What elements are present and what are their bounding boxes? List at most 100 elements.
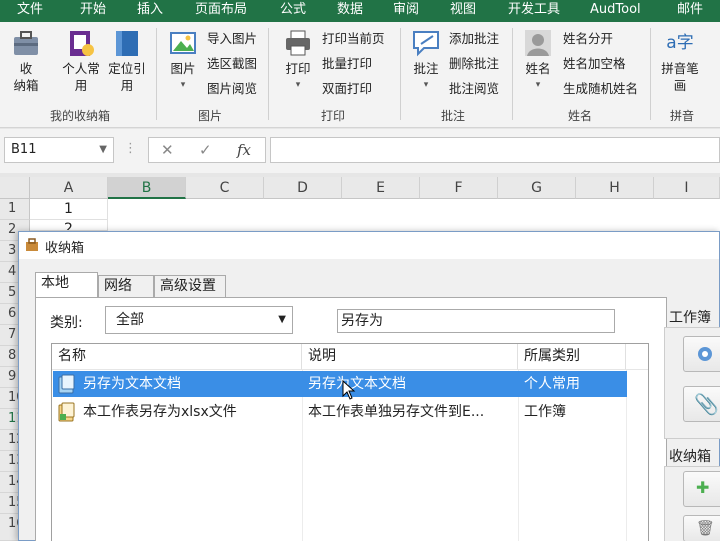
tab-audtool[interactable]: AudTool: [590, 0, 641, 22]
dialog-title: 收纳箱: [45, 241, 85, 256]
toolbox-icon: [26, 238, 38, 251]
cancel-icon[interactable]: ✕: [161, 141, 174, 159]
split-name-button[interactable]: 姓名分开: [563, 30, 613, 48]
item-description: 另存为文本文档: [308, 376, 406, 392]
item-description: 本工作表单独另存文件到E...: [308, 404, 485, 420]
select-capture-button[interactable]: 选区截图: [207, 55, 257, 73]
print-button[interactable]: 打印 ▾: [280, 28, 316, 94]
workbook-action-button[interactable]: [683, 336, 720, 372]
select-all-corner[interactable]: [0, 177, 30, 199]
formula-buttons: ✕ ✓ fx: [148, 137, 266, 163]
group-label-storage-box: 收纳箱: [669, 449, 711, 465]
tab-developer[interactable]: 开发工具: [508, 0, 560, 22]
split-name-label: 姓名分开: [563, 31, 614, 46]
delete-from-box-button[interactable]: 🗑: [683, 515, 720, 541]
comment-button[interactable]: 批注 ▾: [408, 28, 444, 94]
add-comment-button[interactable]: 添加批注: [449, 30, 499, 48]
personal-button[interactable]: 个人常 用: [58, 28, 104, 94]
browse-comment-label: 批注阅览: [449, 81, 500, 96]
batch-print-button[interactable]: 批量打印: [322, 55, 372, 73]
tab-data[interactable]: 数据: [337, 0, 363, 22]
column-header-f[interactable]: F: [420, 177, 498, 199]
picture-button[interactable]: 图片 ▾: [164, 28, 202, 94]
comment-button-label: 批注: [413, 61, 439, 76]
duplex-print-button[interactable]: 双面打印: [322, 80, 372, 98]
tab-review[interactable]: 审阅: [393, 0, 419, 22]
paperclip-icon: 📎: [694, 392, 719, 416]
attach-button[interactable]: 📎: [683, 386, 720, 422]
toolbox-icon: [14, 31, 38, 55]
group-label-comment: 批注: [440, 109, 465, 123]
tab-home[interactable]: 开始: [80, 0, 106, 22]
locate-reference-button[interactable]: 定位引 用: [106, 28, 148, 94]
column-header-a[interactable]: A: [30, 177, 108, 199]
search-input[interactable]: 另存为: [337, 309, 615, 333]
list-item[interactable]: 本工作表另存为xlsx文件 本工作表单独另存文件到E... 工作簿: [53, 399, 627, 425]
chevron-down-icon: ▾: [180, 80, 186, 90]
cell-a2[interactable]: 2: [30, 220, 108, 231]
result-list[interactable]: 名称 说明 所属类别 另存为文本文档 另存为文本文档 个人常用 本工作表另存为x…: [51, 343, 649, 541]
column-header-i[interactable]: I: [654, 177, 720, 199]
column-header-e[interactable]: E: [342, 177, 420, 199]
name-space-label: 姓名加空格: [563, 56, 626, 71]
column-header-c[interactable]: C: [186, 177, 264, 199]
column-header-d[interactable]: D: [264, 177, 342, 199]
drag-handle-icon: ⋮: [124, 141, 137, 156]
name-box[interactable]: B11 ▼: [4, 137, 114, 163]
column-header-category[interactable]: 所属类别: [518, 344, 626, 370]
pinyin-button[interactable]: a字 拼音笔 画: [656, 28, 704, 94]
add-icon: ✚: [696, 478, 710, 497]
box-button[interactable]: 收 纳箱: [6, 28, 46, 94]
column-header-name[interactable]: 名称: [52, 344, 302, 370]
picture-icon: [170, 32, 196, 54]
category-select[interactable]: 全部 ▼: [105, 306, 293, 334]
chevron-down-icon[interactable]: ▼: [278, 307, 286, 333]
print-current-button[interactable]: 打印当前页: [322, 30, 385, 48]
tab-local[interactable]: 本地: [35, 272, 98, 298]
tab-advanced-settings[interactable]: 高级设置: [154, 275, 226, 297]
import-picture-button[interactable]: 导入图片: [207, 30, 257, 48]
group-separator: [156, 28, 157, 120]
locate-button-label: 定位引 用: [108, 61, 146, 93]
group-label-workbook: 工作簿: [669, 310, 711, 326]
cell-a1[interactable]: 1: [30, 199, 108, 220]
group-separator: [400, 28, 401, 120]
delete-comment-button[interactable]: 删除批注: [449, 55, 499, 73]
column-header-h[interactable]: H: [576, 177, 654, 199]
item-category: 个人常用: [524, 376, 580, 392]
list-item[interactable]: 另存为文本文档 另存为文本文档 个人常用: [53, 371, 627, 397]
tab-file[interactable]: 文件: [17, 0, 43, 22]
group-label-box: 我的收纳箱: [49, 109, 110, 123]
picture-browse-button[interactable]: 图片阅览: [207, 80, 257, 98]
tab-insert[interactable]: 插入: [137, 0, 163, 22]
personal-button-label: 个人常 用: [62, 61, 100, 93]
tab-network[interactable]: 网络: [98, 275, 154, 297]
dialog-title-bar[interactable]: 收纳箱: [19, 232, 719, 259]
group-label-pinyin: 拼音: [669, 109, 694, 123]
tab-view[interactable]: 视图: [450, 0, 476, 22]
tab-page-layout[interactable]: 页面布局: [195, 0, 247, 22]
column-header-g[interactable]: G: [498, 177, 576, 199]
formula-input[interactable]: [270, 137, 720, 163]
browse-comment-button[interactable]: 批注阅览: [449, 80, 499, 98]
name-space-button[interactable]: 姓名加空格: [563, 55, 626, 73]
tab-formulas[interactable]: 公式: [280, 0, 306, 22]
insert-function-icon[interactable]: fx: [237, 141, 251, 159]
add-to-box-button[interactable]: ✚: [683, 471, 720, 507]
storage-box-dialog: 收纳箱 本地 网络 高级设置 类别: 全部 ▼ 另存为 名称 说明 所属类别 另…: [18, 231, 720, 541]
box-button-label: 收 纳箱: [13, 61, 39, 93]
column-header-description[interactable]: 说明: [302, 344, 518, 370]
random-name-button[interactable]: 生成随机姓名: [563, 80, 638, 98]
import-picture-label: 导入图片: [207, 31, 258, 46]
ribbon-tab-bar: 文件 开始 插入 页面布局 公式 数据 审阅 视图 开发工具 AudTool 邮…: [0, 0, 720, 22]
tab-mail[interactable]: 邮件: [677, 0, 703, 22]
chevron-down-icon: ▾: [423, 80, 429, 90]
name-button[interactable]: 姓名 ▾: [520, 28, 556, 94]
row-header[interactable]: 1: [0, 199, 30, 220]
chevron-down-icon[interactable]: ▼: [99, 138, 107, 162]
category-select-value: 全部: [116, 312, 144, 328]
ribbon: 收 纳箱 个人常 用 定位引 用 我的收纳箱 图片 ▾ 导入图片 选区截图 图片…: [0, 22, 720, 128]
macro-icon: [58, 402, 75, 422]
enter-icon[interactable]: ✓: [199, 141, 212, 159]
column-header-b[interactable]: B: [108, 177, 186, 199]
